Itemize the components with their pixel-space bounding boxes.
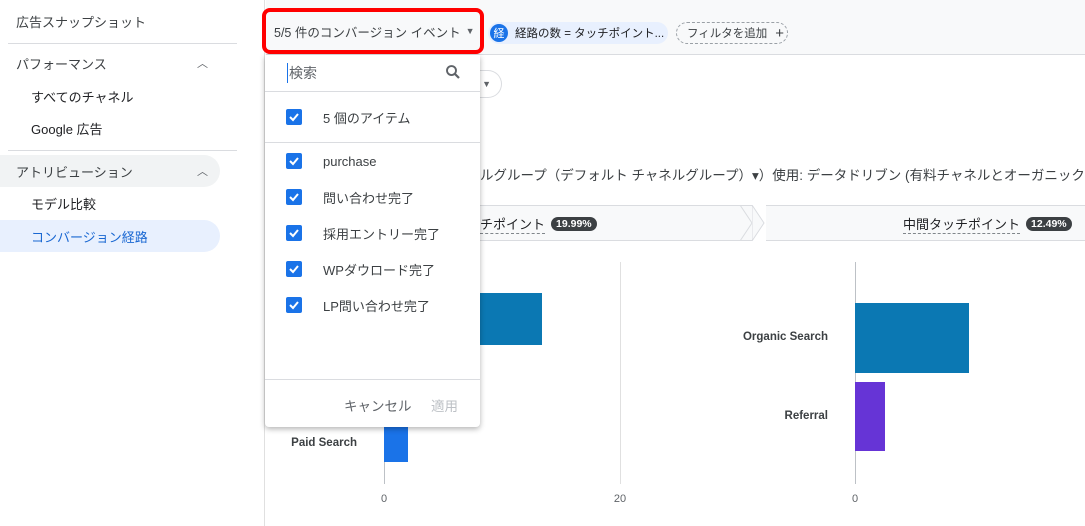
axis-gridline [620, 262, 621, 484]
option-label: 採用エントリー完了 [323, 226, 441, 242]
touchpoint-first[interactable]: チポイント 19.99% [480, 214, 597, 234]
event-option[interactable]: purchase [265, 147, 480, 175]
checkbox-checked-icon [286, 297, 302, 313]
checkbox-checked-icon [286, 225, 302, 241]
touchpoint-pct: 19.99% [551, 217, 597, 231]
x-tick-label: 0 [851, 493, 859, 505]
sidebar-item-google-ads[interactable]: Google 広告 [0, 112, 220, 144]
sidebar-item-model-comparison[interactable]: モデル比較 [0, 187, 220, 219]
option-label: purchase [323, 153, 377, 169]
conversion-events-dropdown[interactable]: 5/5 件のコンバージョン イベント ▼ [262, 8, 484, 54]
cancel-button[interactable]: キャンセル [344, 395, 412, 415]
caret-down-icon: ▼ [465, 26, 475, 36]
bar[interactable] [855, 382, 885, 451]
divider [8, 150, 237, 151]
chevron-up-icon: ︿ [197, 166, 208, 178]
category-label: Referral [784, 409, 828, 422]
touchpoint-label: 中間タッチポイント [903, 214, 1021, 234]
add-filter-label: フィルタを追加 [687, 28, 768, 40]
x-tick-label: 0 [380, 493, 388, 505]
sidebar-item-all-channels[interactable]: すべてのチャネル [0, 80, 220, 112]
option-label: WPダウロード完了 [323, 262, 435, 278]
event-option[interactable]: LP問い合わせ完了 [265, 291, 480, 319]
search-icon [446, 65, 460, 79]
event-option[interactable]: WPダウロード完了 [265, 255, 480, 283]
bar[interactable] [855, 303, 970, 373]
sidebar-item-label: コンバージョン経路 [31, 229, 148, 245]
option-label: 5 個のアイテム [323, 110, 411, 126]
plus-icon: + [775, 24, 785, 42]
sidebar-section-performance[interactable]: パフォーマンス ︿ [0, 47, 220, 79]
conversion-events-menu: 検索 5 個のアイテム purchase 問い合わせ完了採用エントリー完了 WPダウ… [265, 55, 480, 427]
category-label: Organic Search [742, 331, 828, 343]
report-description: ルグループ（デフォルト チャネルグループ）▾）使用: データドリブン (有料チャ… [480, 168, 1085, 183]
apply-button[interactable]: 適用 [431, 395, 458, 415]
search-placeholder: 検索 [287, 63, 317, 83]
sidebar-item-label: Google 広告 [31, 121, 103, 137]
event-option[interactable]: 問い合わせ完了 [265, 183, 480, 211]
section-label: アトリビューション [16, 164, 133, 180]
sidebar: 広告スナップショット パフォーマンス ︿ すべてのチャネル Google 広告 ア… [0, 0, 265, 526]
filter-chip[interactable]: 経経路の数 = タッチポイント... [488, 22, 668, 44]
category-label: Paid Search [291, 436, 357, 449]
section-label: パフォーマンス [16, 56, 107, 72]
chevron-up-icon: ︿ [197, 58, 208, 70]
sidebar-item-conversion-paths[interactable]: コンバージョン経路 [0, 220, 220, 252]
bar[interactable] [384, 425, 408, 462]
filter-label: 経路の数 = タッチポイント... [515, 28, 665, 40]
sidebar-item-ad-snapshot[interactable]: 広告スナップショット [0, 5, 220, 37]
option-label: LP問い合わせ完了 [323, 298, 430, 314]
select-all-checkbox[interactable]: 5 個のアイテム [265, 103, 480, 131]
checkbox-checked-icon [286, 153, 302, 169]
sidebar-item-label: すべてのチャネル [31, 89, 134, 105]
search-box[interactable]: 検索 [265, 55, 480, 92]
add-filter-button[interactable]: フィルタを追加 + [676, 22, 788, 44]
dropdown-label: 5/5 件のコンバージョン イベント [274, 25, 461, 40]
sidebar-section-attribution[interactable]: アトリビューション ︿ [0, 155, 220, 187]
option-label: 問い合わせ完了 [323, 190, 415, 206]
touchpoint-label: チポイント [480, 214, 546, 234]
touchpoint-middle[interactable]: 中間タッチポイント 12.49% [903, 214, 1072, 234]
filter-badge: 経 [490, 24, 508, 42]
checkbox-checked-icon [286, 189, 302, 205]
x-tick-label: 20 [613, 493, 627, 505]
sidebar-item-label: モデル比較 [31, 196, 97, 212]
caret-down-icon: ▼ [482, 79, 491, 89]
sidebar-item-label: 広告スナップショット [16, 14, 147, 30]
divider [265, 142, 480, 143]
event-option[interactable]: 採用エントリー完了 [265, 219, 480, 247]
divider [8, 43, 237, 44]
checkbox-checked-icon [286, 261, 302, 277]
touchpoint-pct: 12.49% [1026, 217, 1072, 231]
checkbox-checked-icon [286, 109, 302, 125]
menu-footer: キャンセル 適用 [265, 379, 480, 427]
arrow-separator [752, 205, 766, 241]
